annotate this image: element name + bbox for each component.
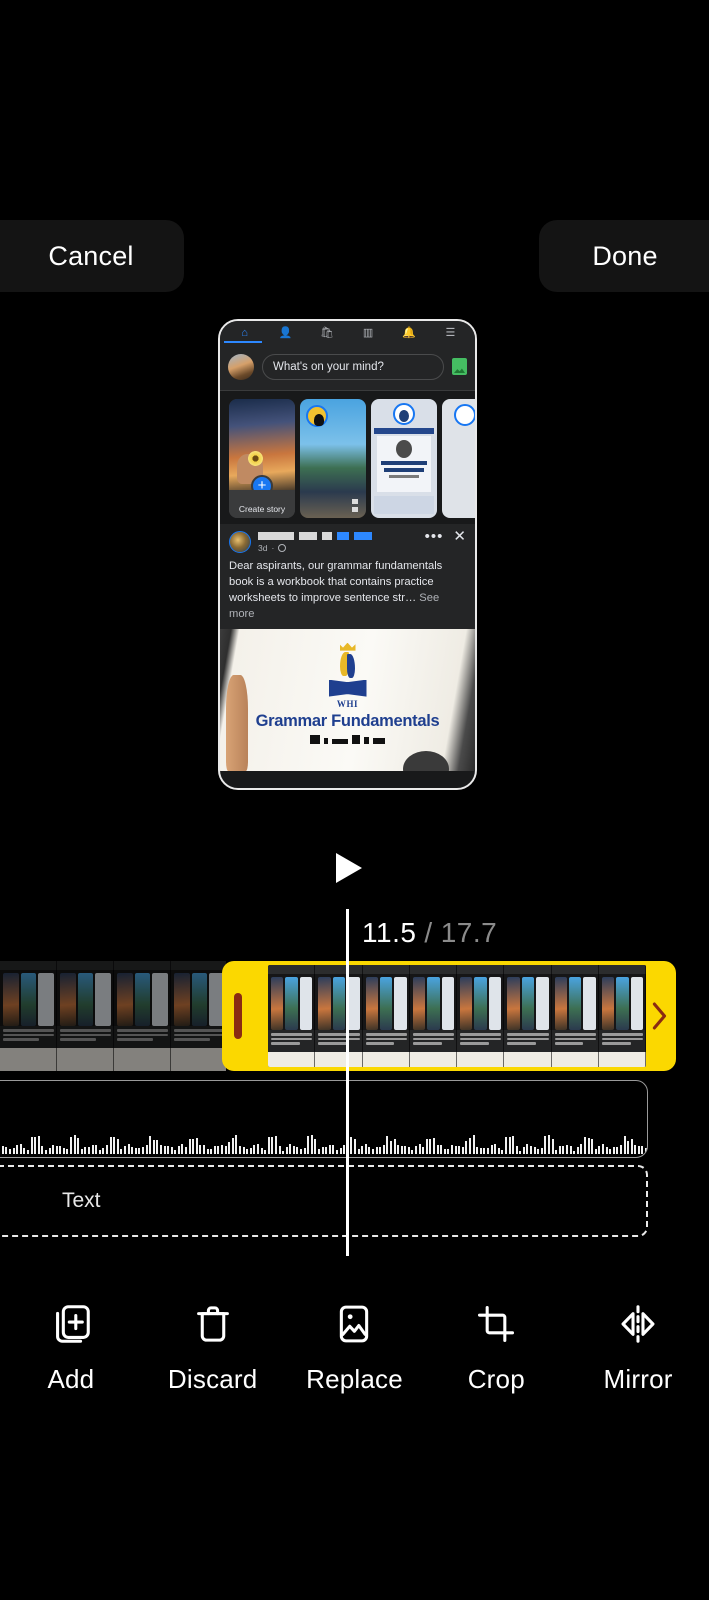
add-label: Add (47, 1364, 95, 1394)
mirror-button[interactable]: Mirror (567, 1300, 709, 1395)
cancel-button[interactable]: Cancel (0, 220, 184, 292)
groups-icon: ▥ (362, 326, 374, 339)
composer-input: What's on your mind? (262, 353, 444, 380)
mirror-icon (614, 1300, 662, 1348)
timeline-frame (551, 965, 599, 1067)
crop-button[interactable]: Crop (425, 1300, 567, 1395)
time-readout: 11.5 / 17.7 (362, 917, 497, 949)
timeline-frame (362, 965, 410, 1067)
done-label: Done (592, 240, 658, 271)
add-clip-icon (47, 1300, 95, 1348)
text-track[interactable]: Text (0, 1165, 648, 1237)
replace-label: Replace (306, 1364, 403, 1394)
facebook-nav-bar: ⌂ 👤 🛍 ▥ 🔔 ☰ (220, 321, 475, 343)
post-header: 3d · ••• ✕ (229, 528, 466, 553)
brand-label: WHI (336, 698, 359, 709)
text-track-label: Text (62, 1189, 101, 1212)
total-time: 17.7 (440, 917, 498, 948)
chevron-right-icon[interactable] (648, 999, 670, 1033)
book-title: Grammar Fundamentals (255, 711, 440, 730)
timeline-strip[interactable] (0, 961, 709, 1071)
time-separator: / (424, 917, 433, 948)
timeline-unselected-clip[interactable] (0, 961, 226, 1071)
trim-handle-left[interactable] (234, 993, 242, 1039)
story-item (371, 399, 437, 518)
story-item (442, 399, 475, 518)
feed-post: 3d · ••• ✕ Dear aspirants, our grammar f… (220, 524, 475, 629)
marketplace-icon: 🛍 (319, 326, 334, 339)
create-story-label: Create story (238, 504, 286, 514)
story-create: + Create story (229, 399, 295, 518)
menu-icon: ☰ (445, 326, 456, 339)
crop-icon (472, 1300, 520, 1348)
timeline-frame (409, 965, 457, 1067)
trash-icon (189, 1300, 237, 1348)
nav-active-underline (224, 340, 262, 343)
post-avatar (229, 531, 251, 553)
timeline-frame (598, 965, 646, 1067)
timeline-frame (0, 961, 57, 1071)
timeline-frame (268, 965, 316, 1067)
timeline-selected-clip[interactable] (222, 961, 676, 1071)
play-icon (336, 853, 362, 883)
post-image: WHI Grammar Fundamentals (220, 628, 475, 771)
discard-label: Discard (167, 1364, 258, 1394)
timeline-frame (57, 961, 114, 1071)
play-button[interactable] (333, 850, 369, 886)
timeline-frame (504, 965, 552, 1067)
cancel-label: Cancel (48, 240, 134, 271)
crop-label: Crop (467, 1364, 525, 1394)
close-icon: ✕ (453, 528, 466, 545)
book-icon (328, 679, 367, 697)
globe-icon (278, 544, 287, 552)
video-preview[interactable]: ⌂ 👤 🛍 ▥ 🔔 ☰ What's on your mind? + Creat… (218, 319, 477, 790)
done-button[interactable]: Done (539, 220, 709, 292)
image-icon (330, 1300, 378, 1348)
replace-button[interactable]: Replace (284, 1300, 426, 1395)
post-time: 3d (258, 543, 268, 553)
story-item (300, 399, 366, 518)
editor-top-bar: Cancel Done (0, 220, 709, 292)
timeline-frame (114, 961, 171, 1071)
timeline-frame (457, 965, 505, 1067)
audio-waveform-track[interactable] (0, 1080, 648, 1158)
mirror-label: Mirror (603, 1364, 673, 1394)
notifications-icon: 🔔 (402, 326, 417, 339)
timeline-frame (315, 965, 363, 1067)
composer-row: What's on your mind? (220, 343, 475, 391)
photo-icon (452, 358, 467, 375)
post-text: Dear aspirants, our grammar fundamentals… (229, 559, 466, 623)
editor-toolbar: Add Discard Replace Crop Mirror (0, 1300, 709, 1430)
playhead[interactable] (346, 909, 349, 1256)
discard-button[interactable]: Discard (142, 1300, 284, 1395)
avatar (228, 353, 254, 380)
post-body-text: Dear aspirants, our grammar fundamentals… (229, 560, 443, 604)
more-dots-icon: ••• (424, 528, 444, 545)
post-author-redacted (258, 532, 418, 540)
friends-icon: 👤 (278, 326, 293, 339)
current-time: 11.5 (362, 917, 417, 948)
add-button[interactable]: Add (0, 1300, 142, 1395)
stories-row: + Create story (220, 391, 475, 524)
crown-icon (339, 642, 356, 651)
waveform (0, 1132, 647, 1154)
timeline-frame (171, 961, 226, 1071)
composer-placeholder: What's on your mind? (273, 360, 384, 373)
video-editor-screen: Cancel Done ⌂ 👤 🛍 ▥ 🔔 ☰ What's on your m… (0, 0, 709, 1600)
